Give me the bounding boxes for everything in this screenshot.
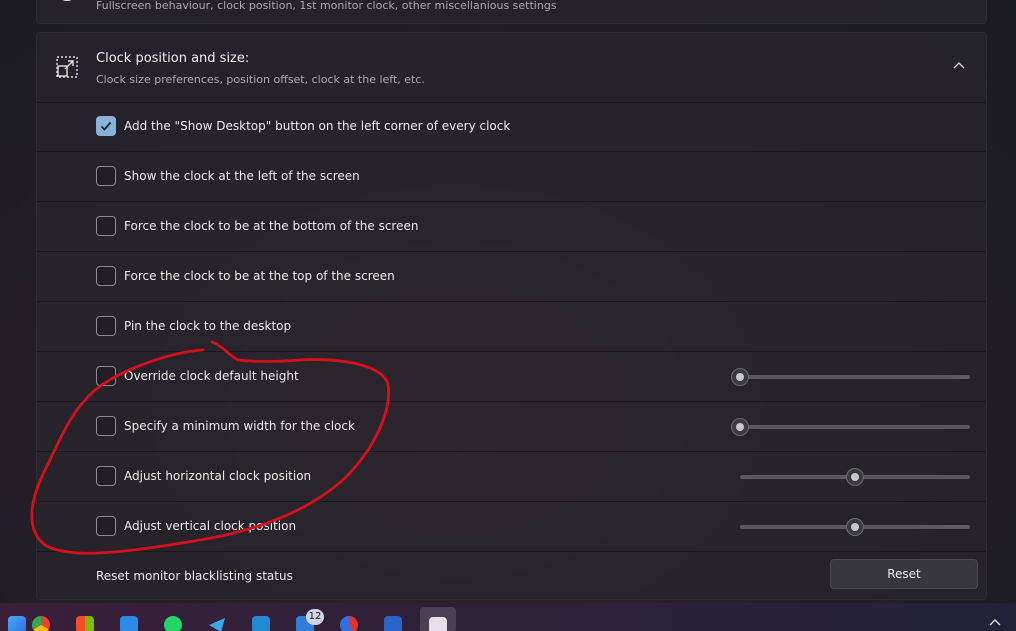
clock-position-card: Clock position and size: Clock size pref… — [36, 32, 987, 600]
option-show-desktop-button: Add the "Show Desktop" button on the lef… — [37, 102, 986, 152]
vertical-slider[interactable] — [740, 518, 970, 536]
option-pin-desktop: Pin the clock to the desktop — [37, 302, 986, 352]
option-horizontal-position: Adjust horizontal clock position — [37, 452, 986, 502]
option-label: Adjust vertical clock position — [124, 519, 297, 533]
ccleaner-icon[interactable] — [336, 611, 362, 631]
mail-icon[interactable] — [116, 611, 142, 631]
option-clock-left: Show the clock at the left of the screen — [37, 152, 986, 202]
pin-desktop-checkbox[interactable] — [96, 316, 116, 336]
resize-icon — [56, 56, 78, 78]
option-label: Add the "Show Desktop" button on the lef… — [124, 119, 511, 133]
force-bottom-checkbox[interactable] — [96, 216, 116, 236]
option-label: Force the clock to be at the top of the … — [124, 269, 395, 283]
whatsapp-icon[interactable] — [160, 611, 186, 631]
chrome-icon[interactable] — [28, 611, 54, 631]
reset-label: Reset monitor blacklisting status — [96, 569, 293, 583]
slider-thumb[interactable] — [731, 368, 749, 386]
override-height-checkbox[interactable] — [96, 366, 116, 386]
settings-icon — [57, 0, 77, 1]
option-label: Adjust horizontal clock position — [124, 469, 312, 483]
option-force-top: Force the clock to be at the top of the … — [37, 252, 986, 302]
section-title: Clock position and size: — [96, 51, 250, 66]
vscode-icon[interactable] — [248, 611, 274, 631]
clock-left-checkbox[interactable] — [96, 166, 116, 186]
slider-thumb[interactable] — [846, 468, 864, 486]
minimum-width-checkbox[interactable] — [96, 416, 116, 436]
word-icon[interactable] — [380, 611, 406, 631]
microsoft-store-icon[interactable] — [72, 611, 98, 631]
reset-button[interactable]: Reset — [830, 559, 978, 589]
option-force-bottom: Force the clock to be at the bottom of t… — [37, 202, 986, 252]
slider-thumb[interactable] — [731, 418, 749, 436]
height-slider[interactable] — [731, 368, 970, 386]
section-subtitle: Clock size preferences, position offset,… — [96, 73, 425, 86]
option-label: Specify a minimum width for the clock — [124, 419, 355, 433]
option-override-height: Override clock default height — [37, 352, 986, 402]
horizontal-position-checkbox[interactable] — [96, 466, 116, 486]
notification-badge: 12 — [306, 609, 324, 625]
slider-thumb[interactable] — [846, 518, 864, 536]
start-icon[interactable] — [4, 611, 30, 631]
reset-row: Reset monitor blacklisting status Reset — [37, 552, 986, 601]
general-settings-card[interactable]: Fullscreen behaviour, clock position, 1s… — [36, 0, 987, 24]
option-label: Override clock default height — [124, 369, 299, 383]
option-label: Show the clock at the left of the screen — [124, 169, 360, 183]
tray-chevron-up-icon[interactable] — [988, 616, 1002, 630]
vertical-position-checkbox[interactable] — [96, 516, 116, 536]
option-label: Pin the clock to the desktop — [124, 319, 292, 333]
chevron-up-icon[interactable] — [952, 59, 966, 73]
telegram-icon[interactable] — [204, 611, 230, 631]
force-top-checkbox[interactable] — [96, 266, 116, 286]
width-slider[interactable] — [731, 418, 970, 436]
elevenclock-icon[interactable] — [420, 607, 456, 631]
clock-position-header[interactable]: Clock position and size: Clock size pref… — [37, 33, 986, 103]
checkmark-icon — [100, 121, 112, 131]
show-desktop-checkbox[interactable] — [96, 116, 116, 136]
option-label: Force the clock to be at the bottom of t… — [124, 219, 419, 233]
option-vertical-position: Adjust vertical clock position — [37, 502, 986, 552]
general-settings-subtitle: Fullscreen behaviour, clock position, 1s… — [96, 0, 557, 12]
taskbar — [0, 603, 1016, 631]
horizontal-slider[interactable] — [740, 468, 970, 486]
option-minimum-width: Specify a minimum width for the clock — [37, 402, 986, 452]
